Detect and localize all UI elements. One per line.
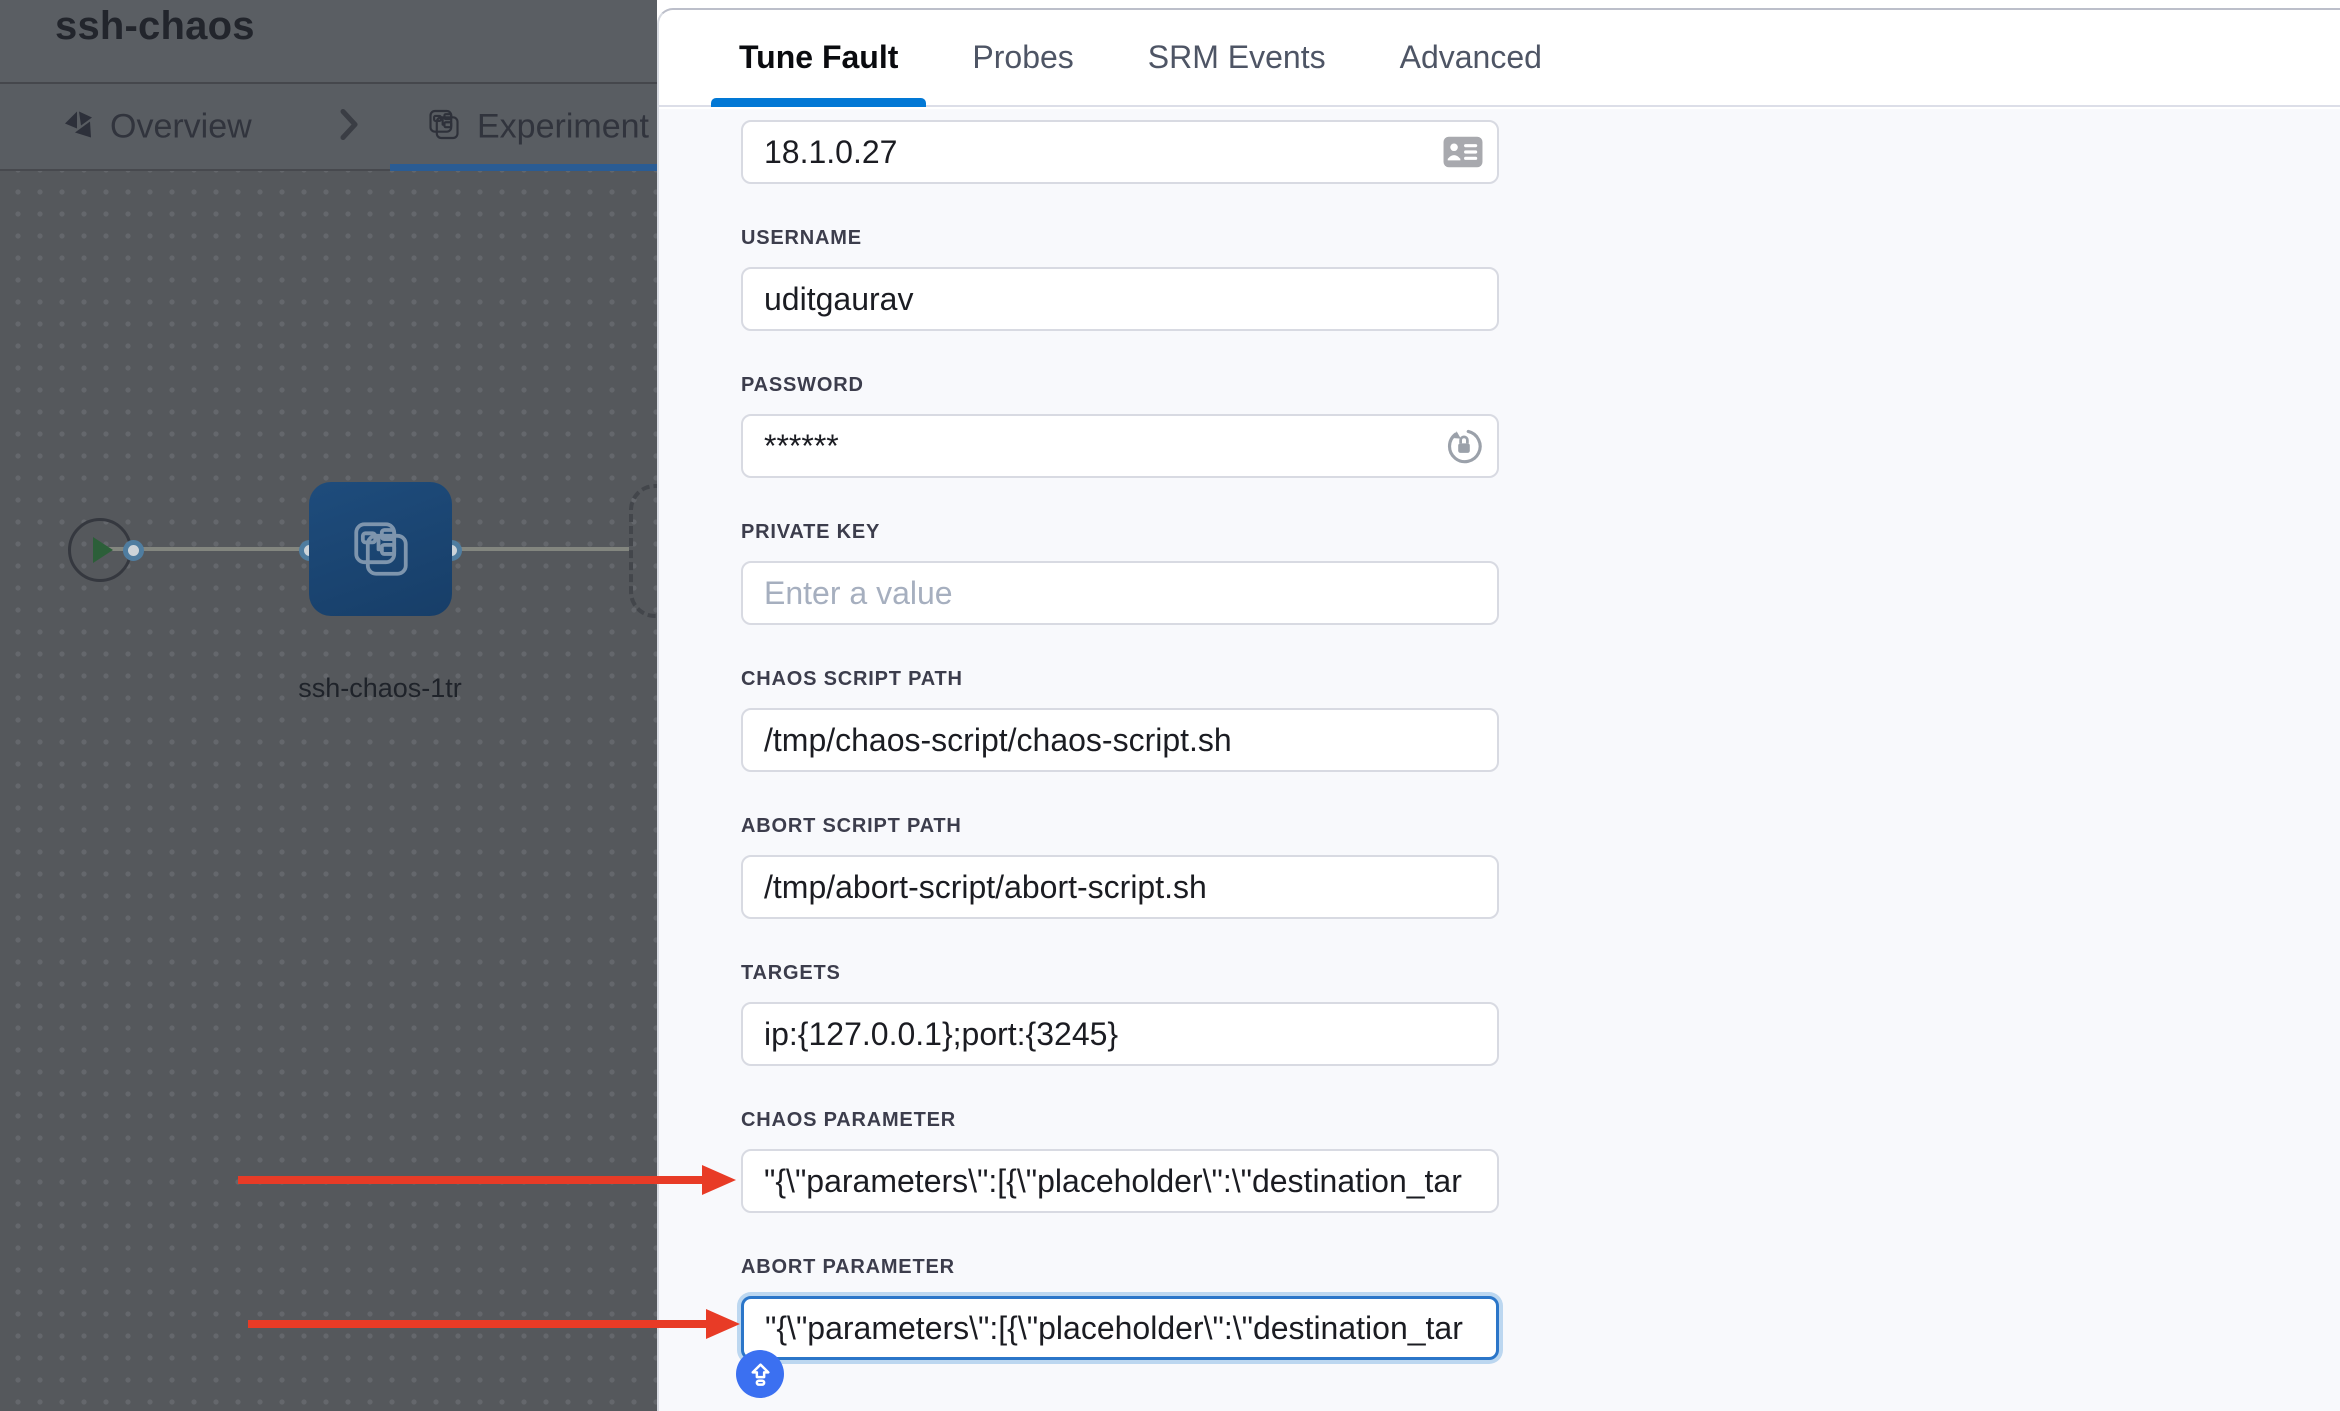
field-targets: TARGETS	[741, 962, 1499, 1066]
contact-card-icon[interactable]	[1443, 136, 1483, 168]
field-username: USERNAME	[741, 227, 1499, 331]
play-icon	[90, 535, 116, 565]
field-chaos-script-path: CHAOS SCRIPT PATH	[741, 668, 1499, 772]
drawer-tab-bar: Tune Fault Probes SRM Events Advanced	[659, 10, 2340, 107]
fault-node-ssh-chaos[interactable]	[309, 482, 452, 616]
add-node-placeholder[interactable]	[629, 484, 657, 618]
chevron-right-icon	[338, 106, 360, 147]
field-abort-script-path: ABORT SCRIPT PATH	[741, 815, 1499, 919]
abort-script-path-label: ABORT SCRIPT PATH	[741, 815, 1499, 837]
tab-advanced[interactable]: Advanced	[1400, 10, 1542, 105]
page-title: ssh-chaos	[55, 4, 255, 49]
upload-fab-button[interactable]	[736, 1350, 784, 1398]
overview-icon	[62, 108, 94, 145]
targets-label: TARGETS	[741, 962, 1499, 984]
experiment-header: ssh-chaos	[0, 0, 657, 84]
password-input[interactable]	[741, 414, 1499, 478]
tab-overview[interactable]: Overview	[110, 107, 252, 146]
tune-fault-drawer: Tune Fault Probes SRM Events Advanced	[657, 8, 2340, 1411]
app-window: ssh-chaos Overview Experim	[0, 0, 2340, 1411]
chaos-parameter-label: CHAOS PARAMETER	[741, 1109, 1499, 1131]
tab-tune-fault[interactable]: Tune Fault	[739, 10, 898, 105]
annotation-arrow-abort-parameter	[248, 1320, 707, 1328]
abort-script-path-input[interactable]	[741, 855, 1499, 919]
upload-icon	[747, 1361, 774, 1388]
password-label: PASSWORD	[741, 374, 1499, 396]
fault-node-icon	[348, 516, 414, 582]
field-password: PASSWORD	[741, 374, 1499, 478]
abort-parameter-input[interactable]	[741, 1296, 1499, 1360]
tab-srm-events[interactable]: SRM Events	[1148, 10, 1326, 105]
fault-node-label: ssh-chaos-1tr	[230, 673, 530, 704]
pipeline-canvas[interactable]: ssh-chaos Overview Experim	[0, 0, 657, 1411]
port-dot	[123, 540, 144, 561]
username-input[interactable]	[741, 267, 1499, 331]
field-ip	[741, 120, 1499, 184]
ip-input[interactable]	[741, 120, 1499, 184]
field-chaos-parameter: CHAOS PARAMETER	[741, 1109, 1499, 1213]
breadcrumb: Overview Experiment	[0, 84, 657, 171]
username-label: USERNAME	[741, 227, 1499, 249]
secret-lock-icon[interactable]	[1445, 427, 1483, 465]
chaos-parameter-input[interactable]	[741, 1149, 1499, 1213]
private-key-input[interactable]	[741, 561, 1499, 625]
field-private-key: PRIVATE KEY	[741, 521, 1499, 625]
targets-input[interactable]	[741, 1002, 1499, 1066]
active-tab-underline	[390, 164, 657, 171]
fault-config-form: USERNAME PASSWORD	[659, 109, 2340, 1411]
field-abort-parameter: ABORT PARAMETER	[741, 1256, 1499, 1360]
abort-parameter-label: ABORT PARAMETER	[741, 1256, 1499, 1278]
chaos-script-path-label: CHAOS SCRIPT PATH	[741, 668, 1499, 690]
experiment-icon	[426, 106, 462, 147]
tab-probes[interactable]: Probes	[972, 10, 1073, 105]
tab-experiment[interactable]: Experiment	[477, 107, 649, 146]
private-key-label: PRIVATE KEY	[741, 521, 1499, 543]
chaos-script-path-input[interactable]	[741, 708, 1499, 772]
annotation-arrow-chaos-parameter	[238, 1176, 703, 1184]
active-tab-underline	[711, 98, 926, 107]
experiment-graph[interactable]: ssh-chaos-1tr	[0, 171, 657, 1411]
